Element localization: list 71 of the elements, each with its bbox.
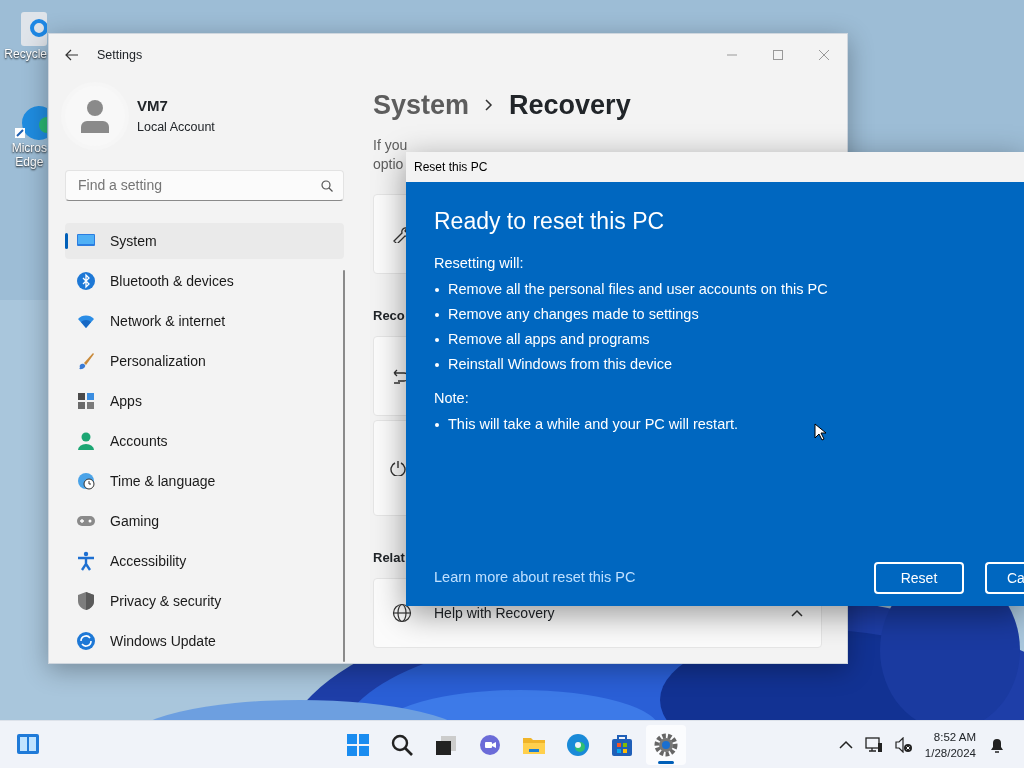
dialog-title: Reset this PC — [414, 159, 488, 176]
account-type: Local Account — [137, 118, 215, 136]
bullet-text: Remove all apps and programs — [448, 330, 650, 350]
clock[interactable]: 8:52 AM 1/28/2024 — [924, 728, 976, 761]
section-heading: Relat — [373, 549, 405, 568]
globe-icon — [76, 471, 96, 491]
nav-item[interactable]: Bluetooth & devices — [65, 263, 344, 299]
desktop-icon-label: Micros Edge — [11, 142, 47, 170]
search-icon — [321, 179, 333, 192]
back-icon[interactable] — [65, 49, 79, 61]
bullet-icon — [434, 362, 440, 368]
gear-icon — [654, 732, 678, 757]
nav-item[interactable]: System — [65, 223, 344, 259]
search-icon — [390, 732, 414, 757]
nav-item[interactable]: Accounts — [65, 423, 344, 459]
close-icon[interactable] — [818, 49, 830, 61]
person-icon — [76, 431, 96, 451]
page-title: Recovery — [509, 88, 631, 122]
account-name: VM7 — [137, 96, 169, 117]
chevron-right-icon — [485, 99, 494, 111]
scrollbar[interactable] — [343, 270, 345, 662]
globe-icon — [392, 603, 412, 623]
breadcrumb-link[interactable]: System — [373, 84, 470, 126]
person-icon — [80, 99, 110, 133]
nav-item[interactable]: Network & internet — [65, 303, 344, 339]
nav-item[interactable]: Gaming — [65, 503, 344, 539]
nav-item[interactable]: Windows Update — [65, 623, 344, 659]
nav-item[interactable]: Accessibility — [65, 543, 344, 579]
cancel-button[interactable]: Ca — [985, 562, 1024, 594]
reset-button[interactable]: Reset — [874, 562, 964, 594]
chevron-up-icon[interactable] — [838, 740, 853, 749]
nav-item[interactable]: Apps — [65, 383, 344, 419]
nav-item[interactable]: Personalization — [65, 343, 344, 379]
store-icon — [610, 732, 634, 757]
search-input[interactable]: Find a setting — [76, 174, 321, 197]
bullet-text: This will take a while and your PC will restart. — [448, 415, 739, 435]
network-icon[interactable] — [864, 736, 883, 753]
taskbar-app-button[interactable] — [646, 724, 686, 765]
bullet-icon — [434, 337, 440, 343]
description-text: If you — [373, 136, 408, 155]
bullet-text: Remove all the personal files and user accounts on this PC — [448, 280, 828, 300]
cursor-icon — [814, 423, 826, 441]
bullet-icon — [434, 422, 440, 428]
desktop-icon-label: Recycle — [4, 48, 47, 62]
power-restart-icon — [390, 460, 406, 476]
bluetooth-icon — [76, 271, 96, 291]
muted-speaker-icon[interactable] — [894, 736, 913, 753]
bullet-icon — [434, 312, 440, 318]
description-text: optio — [373, 155, 404, 174]
edge-icon — [566, 732, 590, 757]
sync-icon — [76, 631, 96, 651]
edge-shortcut-icon[interactable] — [13, 104, 47, 142]
recycle-bin-icon[interactable] — [21, 10, 47, 48]
search-field[interactable]: Find a setting — [65, 170, 344, 201]
chat-icon — [478, 732, 502, 757]
window-title: Settings — [97, 46, 143, 64]
bullet-icon — [434, 287, 440, 293]
accessibility-icon — [76, 551, 96, 571]
bullet-text: Reinstall Windows from this device — [448, 355, 673, 375]
bullet-text: Remove any changes made to settings — [448, 305, 699, 325]
maximize-icon[interactable] — [772, 49, 784, 61]
dialog-heading: Ready to reset this PC — [434, 208, 665, 234]
widgets-icon — [16, 733, 40, 755]
apps-icon — [76, 391, 96, 411]
shield-icon — [76, 591, 96, 611]
section-heading: Reco — [373, 307, 405, 326]
intro-text: Resetting will: — [434, 254, 524, 271]
note-label: Note: — [434, 389, 469, 406]
nav-item[interactable]: Privacy & security — [65, 583, 344, 619]
start-icon — [346, 732, 370, 757]
nav-item[interactable]: Time & language — [65, 463, 344, 499]
